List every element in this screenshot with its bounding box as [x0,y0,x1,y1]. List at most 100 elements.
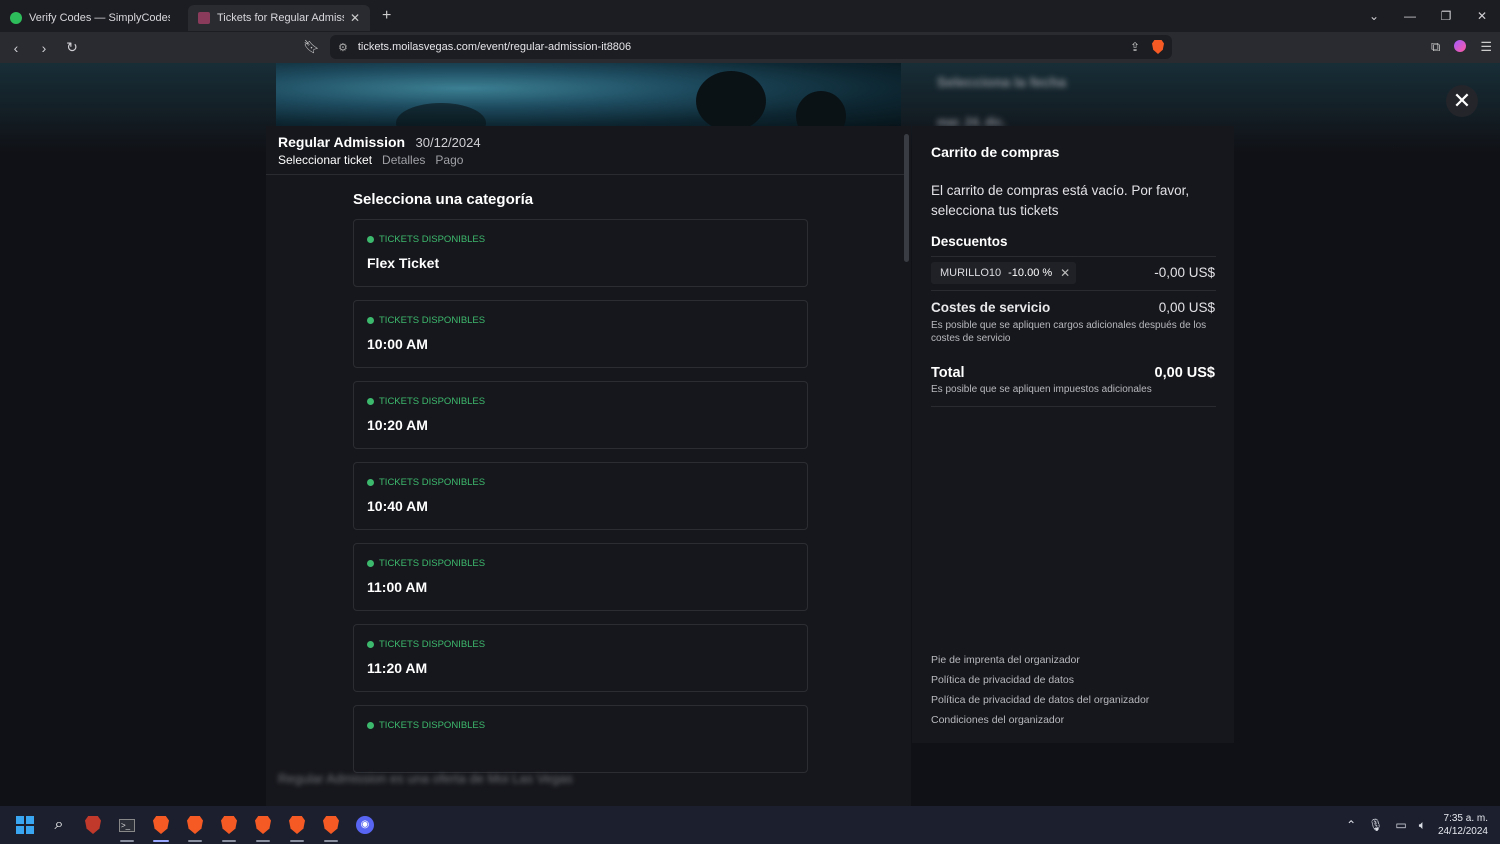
event-date: 30/12/2024 [415,135,481,150]
divider [266,174,906,175]
category-card-flex[interactable]: TICKETS DISPONIBLES Flex Ticket [353,219,808,287]
status-dot-icon [367,722,374,729]
service-costs-amount: 0,00 US$ [1158,300,1215,315]
clock[interactable]: 7:35 a. m. 24/12/2024 [1438,812,1488,838]
checkout-steps: Seleccionar ticket Detalles Pago [278,153,463,167]
menu-icon[interactable]: ☰ [1480,39,1492,55]
tab-tickets[interactable]: Tickets for Regular Admission | ✕ [188,5,370,31]
divider [931,406,1216,407]
search-button[interactable]: ⌕ [42,806,76,844]
category-card-1120[interactable]: TICKETS DISPONIBLES 11:20 AM [353,624,808,692]
category-card-partial[interactable]: TICKETS DISPONIBLES [353,705,808,773]
total-title: Total [931,365,965,381]
coupon-percent: -10.00 % [1008,267,1053,279]
discord-icon: ◉ [356,816,374,834]
start-button[interactable] [8,806,42,844]
blurred-date-heading: Selecciona la fecha [937,74,1067,90]
category-card-1100[interactable]: TICKETS DISPONIBLES 11:00 AM [353,543,808,611]
taskbar-app-shield[interactable] [76,806,110,844]
link-imprint[interactable]: Pie de imprenta del organizador [931,650,1149,670]
brave-icon [255,816,271,834]
availability-label: TICKETS DISPONIBLES [379,234,486,245]
tickets-icon [198,12,210,24]
discounts-title: Descuentos [931,234,1008,249]
forward-button[interactable]: › [32,40,56,56]
nav-bar: ‹ › ↻ 🔖︎ ⚙ tickets.moilasvegas.com/event… [0,32,1500,63]
status-dot-icon [367,398,374,405]
clock-date: 24/12/2024 [1437,826,1488,837]
step-select-ticket[interactable]: Seleccionar ticket [278,153,372,167]
share-icon[interactable]: ⇪ [1130,40,1140,54]
taskbar-app-brave-6[interactable] [314,806,348,844]
close-modal-button[interactable]: ✕ [1446,85,1478,117]
step-payment[interactable]: Pago [435,153,463,167]
availability-badge: TICKETS DISPONIBLES [367,396,485,407]
scrollbar[interactable] [904,134,909,262]
link-privacy[interactable]: Política de privacidad de datos [931,670,1149,690]
category-card-1040[interactable]: TICKETS DISPONIBLES 10:40 AM [353,462,808,530]
tab-list-icon[interactable]: ⌄ [1356,9,1392,23]
address-bar[interactable]: ⚙ tickets.moilasvegas.com/event/regular-… [330,35,1172,59]
close-tab-icon[interactable]: ✕ [350,11,360,25]
event-banner-image [276,63,901,143]
new-tab-button[interactable]: + [382,7,391,25]
reload-button[interactable]: ↻ [60,39,84,56]
availability-badge: TICKETS DISPONIBLES [367,477,485,488]
ticket-selection-panel: Regular Admission 30/12/2024 Seleccionar… [266,126,911,806]
site-info-icon[interactable]: ⚙ [338,41,348,54]
status-dot-icon [367,236,374,243]
back-button[interactable]: ‹ [4,40,28,56]
tab-simplycodes[interactable]: Verify Codes — SimplyCodes [0,5,180,31]
taskbar-app-brave-2[interactable] [178,806,212,844]
close-window-button[interactable]: ✕ [1464,9,1500,23]
availability-label: TICKETS DISPONIBLES [379,477,486,488]
window-controls: ⌄ — ❐ ✕ [1356,0,1500,32]
link-organizer-privacy[interactable]: Política de privacidad de datos del orga… [931,690,1149,710]
step-details[interactable]: Detalles [382,153,425,167]
cart-panel: Carrito de compras El carrito de compras… [912,126,1234,743]
category-card-1000[interactable]: TICKETS DISPONIBLES 10:00 AM [353,300,808,368]
taskbar-app-terminal[interactable]: >_ [110,806,144,844]
availability-badge: TICKETS DISPONIBLES [367,639,485,650]
brave-icon [221,816,237,834]
toolbar-right: ⧉ ☰ [1431,39,1492,55]
minimize-button[interactable]: — [1392,9,1428,23]
brave-icon [153,816,169,834]
category-name: 10:40 AM [367,498,428,514]
service-costs-title: Costes de servicio [931,300,1051,315]
category-name: 10:20 AM [367,417,428,433]
search-icon: ⌕ [54,816,64,833]
category-name: 10:00 AM [367,336,428,352]
network-icon[interactable]: ▭ [1395,818,1406,832]
category-card-1020[interactable]: TICKETS DISPONIBLES 10:20 AM [353,381,808,449]
category-heading: Selecciona una categoría [353,191,534,208]
bookmark-icon[interactable]: 🔖︎ [303,39,320,55]
volume-icon[interactable]: 🔈︎ [1419,818,1426,833]
extensions-icon[interactable]: ⧉ [1431,39,1440,55]
url-text[interactable]: tickets.moilasvegas.com/event/regular-ad… [358,41,631,53]
availability-badge: TICKETS DISPONIBLES [367,558,485,569]
terminal-icon: >_ [119,818,135,832]
taskbar-app-brave-5[interactable] [280,806,314,844]
tray-overflow-icon[interactable]: ⌃ [1346,818,1356,832]
coupon-code: MURILLO10 [940,267,1002,279]
leo-ai-icon[interactable] [1454,40,1467,52]
category-name: 11:20 AM [367,660,428,676]
microphone-icon[interactable]: 🎙︎ [1368,818,1383,832]
brave-shields-icon[interactable] [1152,40,1164,54]
page: Selecciona la fecha mar. 24. dic. ✕ Regu… [0,63,1500,806]
availability-badge: TICKETS DISPONIBLES [367,720,485,731]
availability-label: TICKETS DISPONIBLES [379,720,486,731]
taskbar-app-brave-3[interactable] [212,806,246,844]
taskbar-app-brave-active[interactable] [144,806,178,844]
restore-button[interactable]: ❐ [1428,9,1464,23]
event-title: Regular Admission [278,134,406,150]
event-header: Regular Admission 30/12/2024 [278,134,481,152]
cart-empty-message: El carrito de compras está vacío. Por fa… [931,183,1190,218]
remove-coupon-icon[interactable]: ✕ [1060,266,1070,280]
coupon-chip: MURILLO10 -10.00 % ✕ [931,262,1076,284]
taskbar-app-discord[interactable]: ◉ [348,806,382,844]
link-organizer-terms[interactable]: Condiciones del organizador [931,710,1149,730]
clock-time: 7:35 a. m. [1443,813,1488,824]
taskbar-app-brave-4[interactable] [246,806,280,844]
